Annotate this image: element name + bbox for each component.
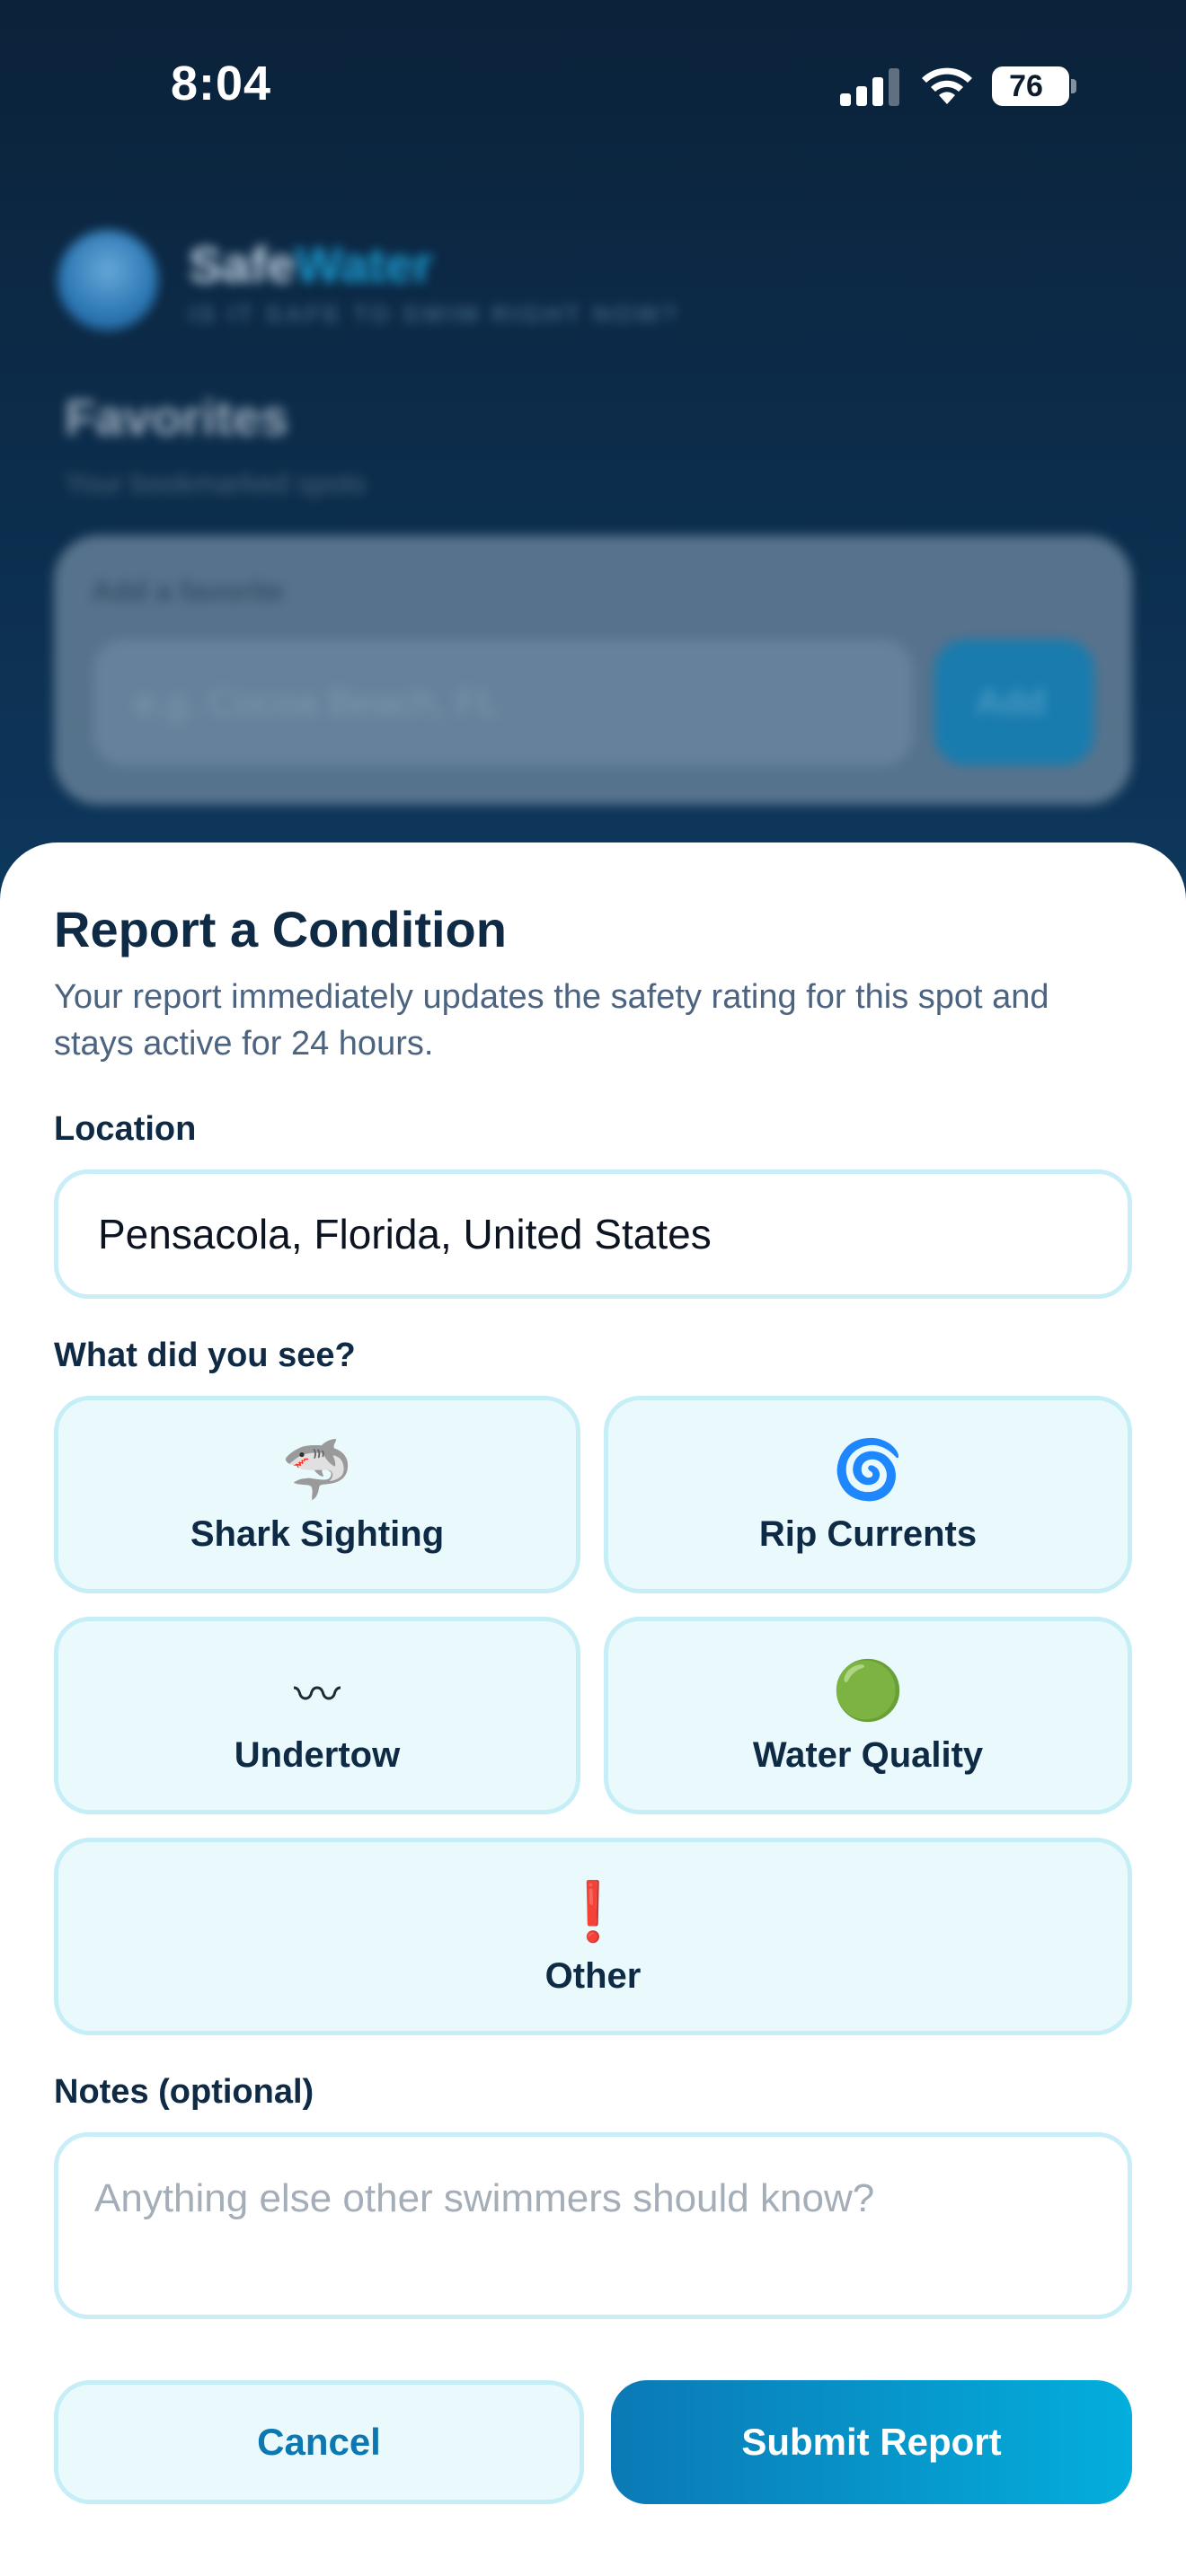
blurred-content: SafeWater IS IT SAFE TO SWIM RIGHT NOW? … (0, 0, 1186, 898)
sheet-description: Your report immediately updates the safe… (54, 978, 1049, 1063)
location-label: Location (54, 1110, 197, 1148)
notes-label: Notes (optional) (54, 2073, 314, 2111)
report-condition-sheet: Report a Condition Your report immediate… (0, 842, 1186, 2576)
wavy-dash-icon: 〰 (293, 1670, 341, 1722)
condition-undertow[interactable]: 〰 Undertow (54, 1617, 580, 1814)
condition-label: Undertow (234, 1734, 401, 1775)
location-value: Pensacola, Florida, United States (98, 1211, 712, 1257)
condition-rip-currents[interactable]: 🌀 Rip Currents (604, 1396, 1132, 1593)
location-input[interactable]: Pensacola, Florida, United States (54, 1169, 1132, 1299)
conditions-label: What did you see? (54, 1337, 356, 1374)
green-circle-icon: 🟢 (832, 1658, 904, 1723)
add-favorite-placeholder: e.g. Cocoa Beach, FL (135, 681, 500, 723)
app-logo (58, 230, 158, 331)
notes-input[interactable]: Anything else other swimmers should know… (54, 2132, 1132, 2319)
add-favorite-label: Add a favorite (92, 575, 284, 607)
condition-label: Water Quality (752, 1734, 984, 1775)
condition-label: Other (544, 1955, 642, 1996)
condition-other[interactable]: ❗ Other (54, 1838, 1132, 2035)
sheet-title: Report a Condition (54, 901, 507, 957)
condition-shark-sighting[interactable]: 🦈 Shark Sighting (54, 1396, 580, 1593)
condition-label: Rip Currents (758, 1513, 978, 1554)
submit-report-button[interactable]: Submit Report (611, 2380, 1132, 2504)
shark-icon: 🦈 (281, 1437, 353, 1502)
cancel-button[interactable]: Cancel (54, 2380, 584, 2504)
notes-placeholder: Anything else other swimmers should know… (94, 2176, 875, 2220)
app-tagline: IS IT SAFE TO SWIM RIGHT NOW? (189, 300, 680, 328)
condition-water-quality[interactable]: 🟢 Water Quality (604, 1617, 1132, 1814)
condition-label: Shark Sighting (190, 1513, 445, 1554)
app-name-part1: Safe (189, 236, 296, 293)
app-name-part2: Water (295, 236, 433, 293)
exclamation-icon: ❗ (557, 1879, 629, 1944)
favorites-title: Favorites (65, 389, 288, 446)
favorites-subtitle: Your bookmarked spots (65, 467, 367, 499)
cyclone-icon: 🌀 (832, 1437, 904, 1502)
app-name: SafeWater (189, 235, 433, 294)
add-favorite-button-label: Add (976, 683, 1046, 722)
